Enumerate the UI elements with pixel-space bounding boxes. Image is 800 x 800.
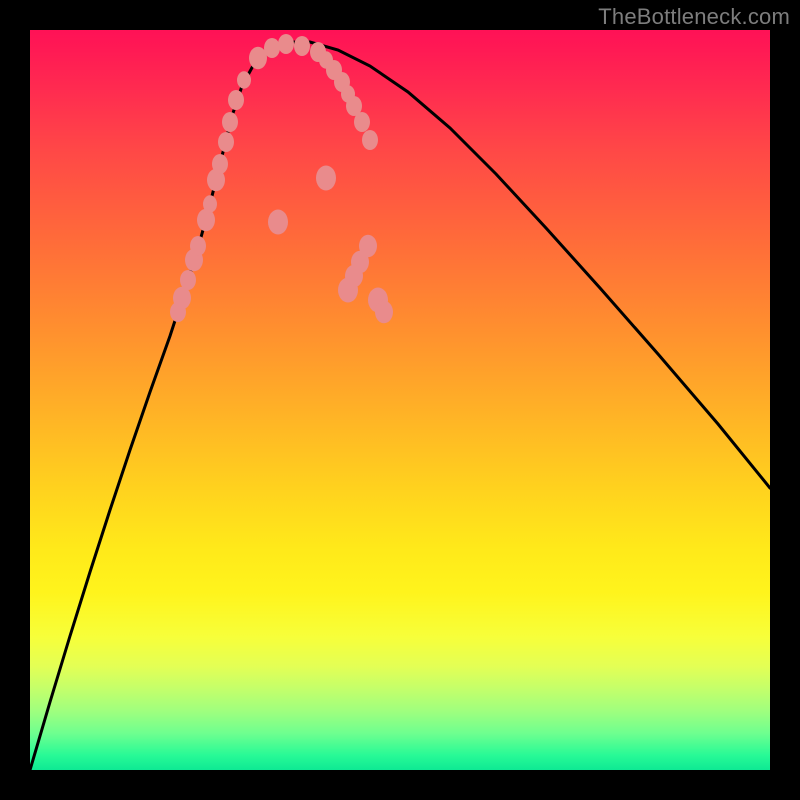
bottleneck-curve <box>30 42 770 770</box>
data-marker <box>218 132 234 152</box>
data-marker <box>237 71 251 89</box>
data-marker <box>180 270 196 290</box>
data-marker <box>212 154 228 174</box>
chart-frame: TheBottleneck.com <box>0 0 800 800</box>
data-marker <box>268 210 288 235</box>
data-marker <box>278 34 294 54</box>
data-marker <box>222 112 238 132</box>
data-marker <box>173 287 191 310</box>
data-marker <box>359 235 377 258</box>
data-marker <box>228 90 244 110</box>
data-marker <box>316 166 336 191</box>
data-marker <box>294 36 310 56</box>
plot-area <box>30 30 770 770</box>
data-marker <box>375 301 393 324</box>
chart-svg <box>30 30 770 770</box>
data-marker <box>362 130 378 150</box>
data-marker <box>190 236 206 256</box>
data-markers <box>170 34 393 323</box>
data-marker <box>203 195 217 213</box>
data-marker <box>354 112 370 132</box>
watermark-label: TheBottleneck.com <box>598 4 790 30</box>
data-marker <box>264 38 280 58</box>
